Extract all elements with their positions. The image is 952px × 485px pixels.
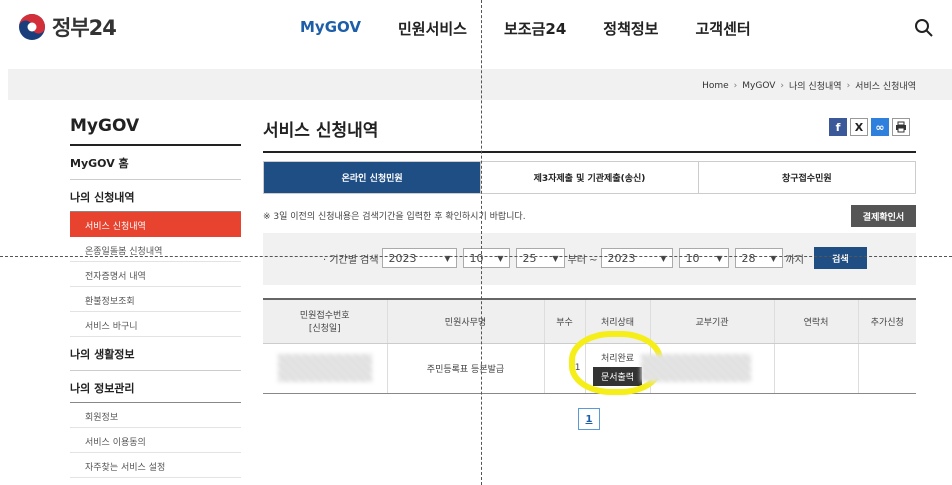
service-name-cell: 주민등록표 등본발급: [387, 343, 545, 394]
redacted-receipt-number: [277, 354, 372, 382]
notice-text: ※ 3일 이전의 신청내용은 검색기간을 입력한 후 확인하시기 바랍니다.: [263, 212, 526, 222]
dashed-guide-vertical: [481, 0, 482, 485]
sidebar-item-home[interactable]: MyGOV 홈: [70, 146, 241, 180]
col-service-name: 민원사무명: [387, 299, 545, 344]
search-button[interactable]: 검색: [813, 247, 867, 269]
col-extra-request: 추가신청: [858, 299, 916, 344]
tab-counter[interactable]: 창구접수민원: [698, 162, 915, 193]
chevron-down-icon: ▼: [444, 253, 451, 263]
link-icon[interactable]: ∞: [871, 118, 889, 136]
col-copies: 부수: [544, 299, 586, 344]
sidebar: MyGOV MyGOV 홈 나의 신청내역 서비스 신청내역 온종일돌봄 신청내…: [70, 116, 241, 478]
nav-policy[interactable]: 정책정보: [603, 18, 658, 39]
page-title: 서비스 신청내역: [263, 116, 916, 153]
breadcrumb-current[interactable]: 서비스 신청내역: [855, 79, 916, 92]
from-day-select[interactable]: 25 ▼: [515, 248, 565, 268]
sidebar-group-applications[interactable]: 나의 신청내역: [70, 180, 241, 211]
tab-third-party[interactable]: 제3자제출 및 기관제출(송신): [481, 162, 699, 193]
logo-text: 정부24: [52, 16, 117, 40]
site-logo[interactable]: 정부24: [18, 12, 117, 42]
nav-subsidy[interactable]: 보조금24: [504, 18, 566, 39]
print-icon[interactable]: [892, 118, 910, 136]
to-month-select[interactable]: 10 ▼: [678, 248, 729, 268]
to-year-select[interactable]: 2023 ▼: [600, 248, 673, 268]
share-toolbar: f X ∞: [826, 118, 910, 136]
main-content: 서비스 신청내역 f X ∞ 온라인 신청민원 제3자제출 및 기관제출(송신)…: [263, 116, 916, 430]
chevron-right-icon: ›: [780, 80, 785, 91]
chevron-down-icon: ▼: [497, 253, 504, 263]
contact-cell: [774, 343, 859, 394]
sidebar-item-care-applications[interactable]: 온종일돌봄 신청내역: [70, 237, 241, 262]
to-text: 까지: [785, 254, 804, 266]
chevron-right-icon: ›: [846, 80, 851, 91]
period-search-row: · 기간별 검색 2023 ▼ 10 ▼ 25 ▼ 부터 ~ 2023 ▼ 10 ▼ 28…: [323, 247, 867, 269]
chevron-right-icon: ›: [733, 80, 738, 91]
page-1-button[interactable]: 1: [578, 408, 600, 430]
col-issuer: 교부기관: [650, 299, 775, 344]
from-text: 부터 ~: [567, 254, 598, 266]
sidebar-item-service-basket[interactable]: 서비스 바구니: [70, 312, 241, 337]
chevron-down-icon: ▼: [660, 253, 667, 263]
breadcrumb-band: Home › MyGOV › 나의 신청내역 › 서비스 신청내역: [8, 69, 952, 100]
breadcrumb-applications[interactable]: 나의 신청내역: [789, 79, 842, 92]
sidebar-submenu-applications: 서비스 신청내역 온종일돌봄 신청내역 전자증명서 내역 환불정보조회 서비스 …: [70, 211, 241, 337]
application-tabs: 온라인 신청민원 제3자제출 및 기관제출(송신) 창구접수민원: [263, 161, 916, 194]
from-year-select[interactable]: 2023 ▼: [381, 248, 457, 268]
sidebar-group-life-info[interactable]: 나의 생활정보: [70, 337, 241, 371]
sidebar-item-refund-info[interactable]: 환불정보조회: [70, 287, 241, 312]
x-twitter-icon[interactable]: X: [850, 118, 868, 136]
nav-mygov[interactable]: MyGOV: [300, 18, 361, 39]
col-receipt-number: 민원접수번호 [신청일]: [263, 299, 388, 344]
global-nav: MyGOV 민원서비스 보조금24 정책정보 고객센터: [300, 18, 788, 39]
sidebar-item-favorite-services[interactable]: 자주찾는 서비스 설정: [70, 453, 241, 478]
table-row: 주민등록표 등본발급 1 처리완료 문서출력: [263, 330, 916, 395]
breadcrumb: Home › MyGOV › 나의 신청내역 › 서비스 신청내역: [702, 79, 916, 93]
sidebar-item-member-info[interactable]: 회원정보: [70, 403, 241, 428]
period-search-box: · 기간별 검색 2023 ▼ 10 ▼ 25 ▼ 부터 ~ 2023 ▼ 10 ▼ 28…: [263, 233, 916, 285]
applications-table: 민원접수번호 [신청일] 민원사무명 부수 처리상태 교부기관 연락처 추가신청…: [263, 298, 916, 395]
extra-request-cell: [858, 343, 916, 394]
chevron-down-icon: ▼: [716, 253, 723, 263]
sidebar-group-my-info[interactable]: 나의 정보관리: [70, 371, 241, 402]
redacted-issuer: [640, 354, 751, 382]
search-icon[interactable]: [914, 18, 934, 38]
to-day-select[interactable]: 28 ▼: [734, 248, 783, 268]
breadcrumb-mygov[interactable]: MyGOV: [742, 81, 775, 91]
tab-online[interactable]: 온라인 신청민원: [264, 162, 482, 193]
dashed-guide-horizontal: [0, 256, 952, 257]
chevron-down-icon: ▼: [552, 253, 559, 263]
taegeuk-emblem-icon: [19, 14, 45, 40]
chevron-down-icon: ▼: [770, 253, 777, 263]
receipt-number-cell: [263, 343, 388, 394]
nav-civil-service[interactable]: 민원서비스: [398, 18, 467, 39]
breadcrumb-home[interactable]: Home: [702, 81, 729, 91]
site-header: 정부24 MyGOV 민원서비스 보조금24 정책정보 고객센터: [0, 0, 952, 60]
from-month-select[interactable]: 10 ▼: [462, 248, 510, 268]
sidebar-title: MyGOV: [70, 116, 241, 146]
payment-receipt-button[interactable]: 결제확인서: [851, 205, 916, 227]
sidebar-item-service-applications[interactable]: 서비스 신청내역: [70, 212, 241, 237]
facebook-icon[interactable]: f: [829, 118, 847, 136]
sidebar-item-service-consent[interactable]: 서비스 이용동의: [70, 428, 241, 453]
col-contact: 연락처: [774, 299, 859, 344]
sidebar-item-e-certificates[interactable]: 전자증명서 내역: [70, 262, 241, 287]
nav-customer-center[interactable]: 고객센터: [695, 18, 750, 39]
period-search-label: · 기간별 검색: [323, 254, 379, 266]
sidebar-submenu-my-info: 회원정보 서비스 이용동의 자주찾는 서비스 설정: [70, 402, 241, 478]
issuer-cell: [640, 343, 775, 394]
